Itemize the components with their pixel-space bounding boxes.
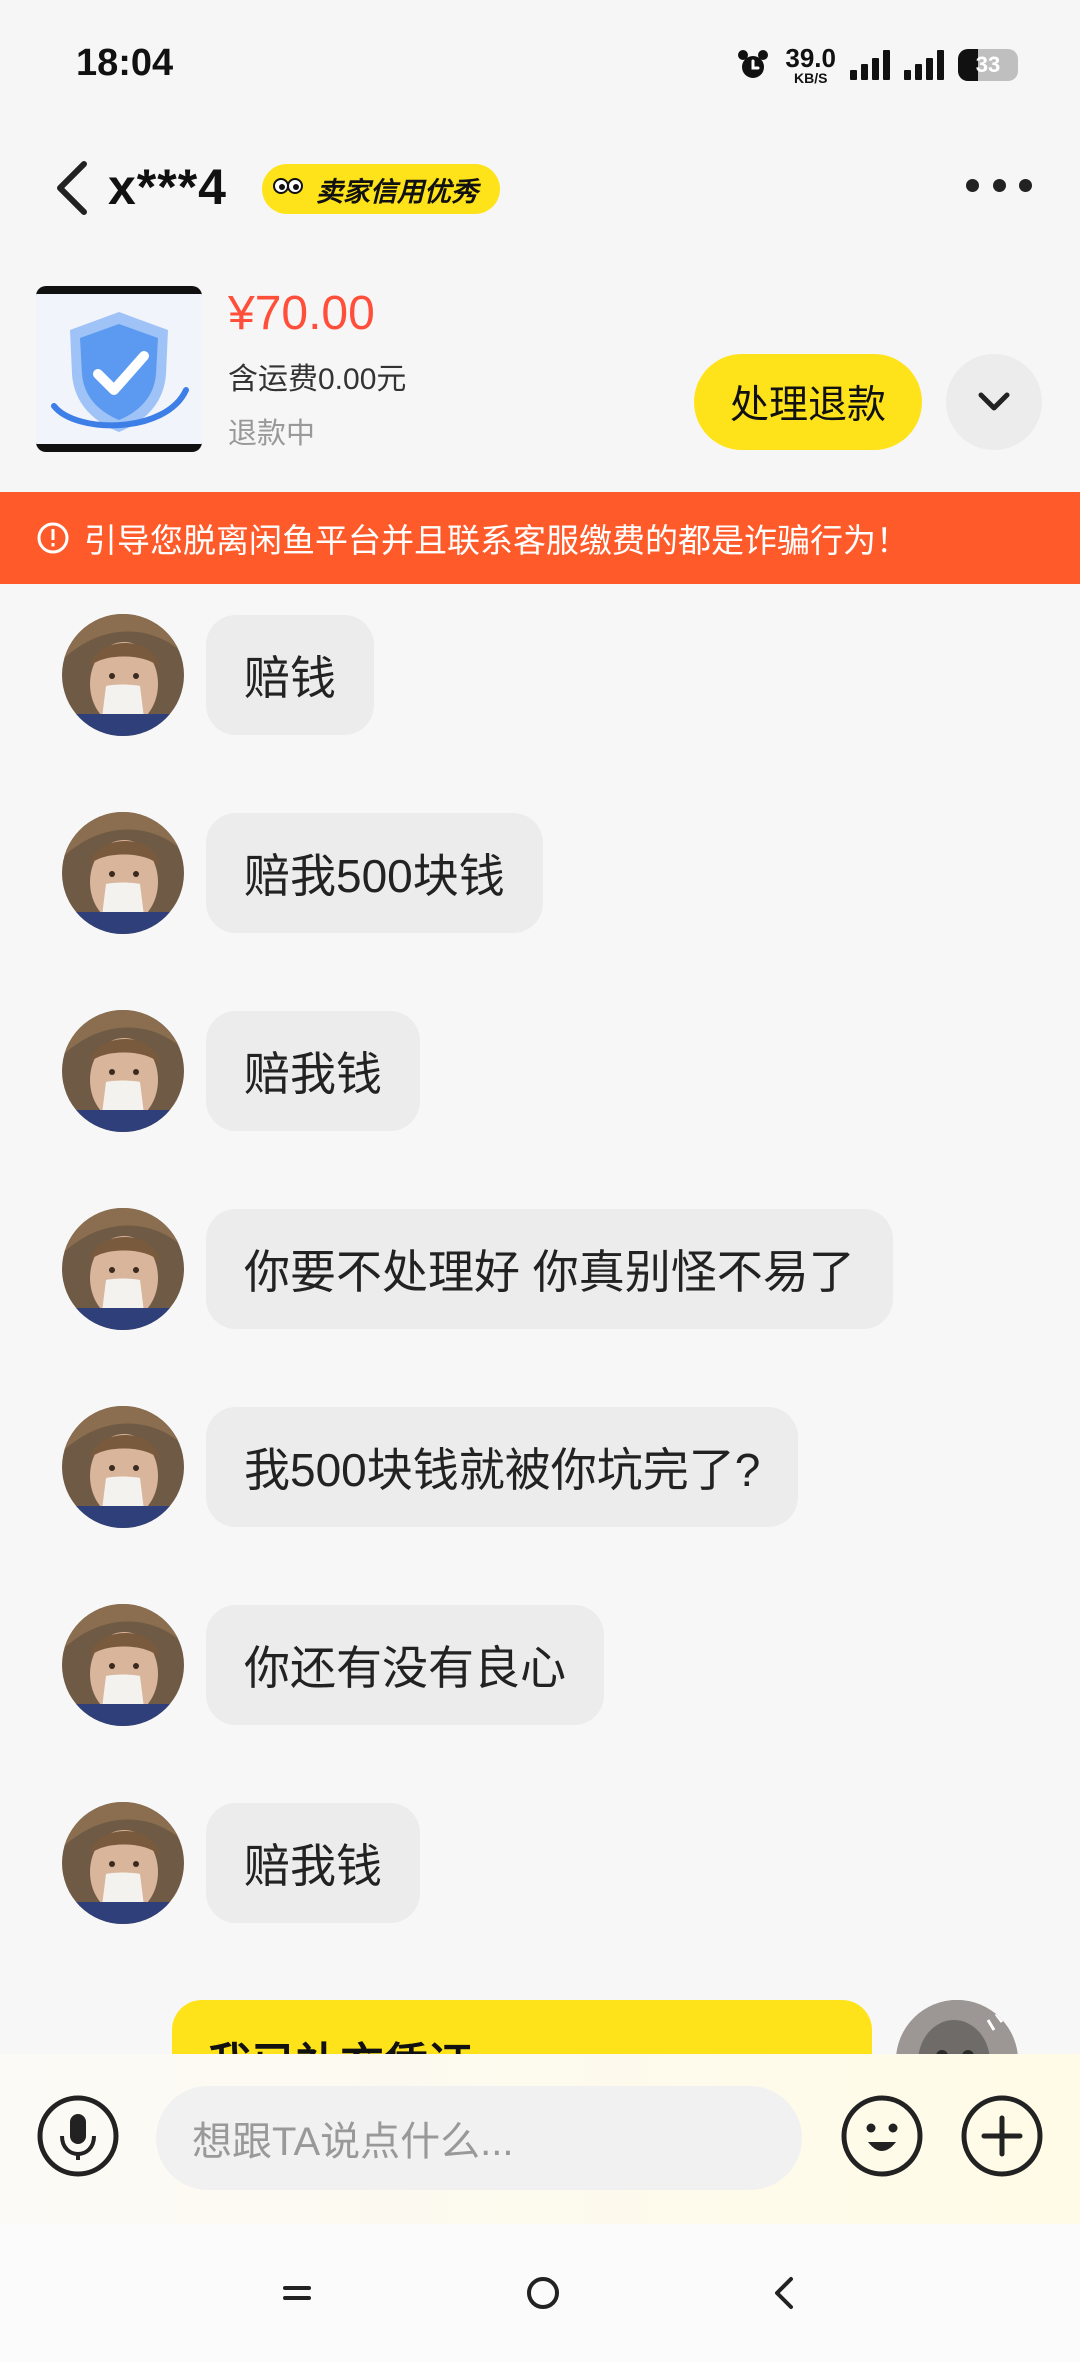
fraud-warning-text: 引导您脱离闲鱼平台并且联系客服缴费的都是诈骗行为！ (84, 522, 909, 559)
seller-credit-badge[interactable]: 卖家信用优秀 (262, 164, 500, 214)
signal-icon (904, 50, 944, 80)
chat-partner-name[interactable]: x***4 (108, 158, 227, 216)
shipping-fee: 含运费0.00元 (228, 363, 407, 396)
outgoing-message-bubble[interactable]: 我已补充凭证 (172, 2000, 872, 2054)
chevron-left-icon (57, 161, 87, 215)
sender-avatar[interactable] (62, 1208, 184, 1330)
chat-messages[interactable]: 赔钱 赔我500块钱 赔我钱 你要不处理好 你真别怪不易了 我500块钱就被你坑… (0, 584, 1080, 2054)
input-bar: 想跟TA说点什么... (0, 2054, 1080, 2224)
plus-icon (961, 2095, 1043, 2177)
sender-avatar[interactable] (62, 1406, 184, 1528)
message-bubble[interactable]: 我500块钱就被你坑完了? (206, 1407, 799, 1527)
voice-button[interactable] (36, 2094, 120, 2178)
back-button[interactable] (50, 158, 94, 218)
expand-order-button[interactable] (946, 354, 1042, 450)
sender-avatar[interactable] (62, 1010, 184, 1132)
recent-apps-button[interactable] (272, 2268, 322, 2318)
battery-icon: 33 (958, 49, 1018, 81)
fish-mascot-icon (266, 168, 308, 210)
handle-refund-button[interactable]: 处理退款 (694, 354, 922, 450)
incoming-message: 你还有没有良心 (0, 1604, 1080, 1728)
network-speed: 39.0 KB/S (785, 45, 836, 85)
message-bubble[interactable]: 你要不处理好 你真别怪不易了 (206, 1209, 893, 1329)
incoming-message: 你要不处理好 你真别怪不易了 (0, 1208, 1080, 1332)
shield-check-icon (36, 294, 202, 444)
sender-avatar[interactable] (62, 1802, 184, 1924)
battery-level: 33 (975, 52, 1001, 77)
order-status: 退款中 (228, 418, 316, 450)
message-bubble[interactable]: 赔我钱 (206, 1011, 420, 1131)
microphone-icon (37, 2095, 119, 2177)
sender-avatar[interactable] (62, 614, 184, 736)
message-input[interactable]: 想跟TA说点什么... (156, 2086, 802, 2190)
network-speed-unit: KB/S (793, 70, 828, 86)
network-speed-value: 39.0 (785, 43, 836, 73)
status-bar: 18:04 39.0 KB/S 33 (0, 0, 1080, 130)
product-card[interactable]: ¥70.00 含运费0.00元 退款中 处理退款 (0, 262, 1080, 472)
incoming-message: 赔我500块钱 (0, 812, 1080, 936)
alarm-icon (738, 50, 769, 78)
message-bubble[interactable]: 赔钱 (206, 615, 374, 735)
sender-avatar[interactable] (62, 812, 184, 934)
seller-credit-label: 卖家信用优秀 (316, 176, 478, 207)
alert-circle-icon (37, 522, 69, 554)
sender-avatar[interactable] (62, 1604, 184, 1726)
status-time: 18:04 (76, 42, 174, 84)
my-avatar[interactable] (896, 2000, 1018, 2054)
message-input-placeholder: 想跟TA说点什么... (192, 2120, 514, 2164)
message-bubble[interactable]: 赔我500块钱 (206, 813, 543, 933)
message-bubble[interactable]: 你还有没有良心 (206, 1605, 604, 1725)
more-dot-icon (1019, 178, 1032, 192)
product-thumbnail[interactable] (36, 286, 202, 452)
chevron-down-icon (978, 392, 1010, 411)
incoming-message: 赔我钱 (0, 1802, 1080, 1926)
incoming-message: 赔我钱 (0, 1010, 1080, 1134)
product-price: ¥70.00 (228, 287, 375, 340)
system-back-button[interactable] (760, 2268, 810, 2318)
outgoing-message-text: 我已补充凭证 (208, 2028, 472, 2054)
message-bubble[interactable]: 赔我钱 (206, 1803, 420, 1923)
fraud-warning-banner: 引导您脱离闲鱼平台并且联系客服缴费的都是诈骗行为！ (0, 492, 1080, 584)
incoming-message: 赔钱 (0, 614, 1080, 738)
home-button[interactable] (518, 2268, 568, 2318)
more-button[interactable] (966, 172, 1032, 198)
incoming-message: 我500块钱就被你坑完了? (0, 1406, 1080, 1530)
more-dot-icon (966, 178, 979, 192)
more-dot-icon (992, 178, 1006, 192)
system-navigation-bar (0, 2224, 1080, 2362)
my-avatar-image (896, 2000, 1018, 2054)
status-icons: 39.0 KB/S 33 (735, 40, 1018, 90)
more-actions-button[interactable] (960, 2094, 1044, 2178)
top-nav: x***4 卖家信用优秀 (0, 130, 1080, 245)
emoji-icon (841, 2095, 923, 2177)
signal-icon (850, 50, 890, 80)
emoji-button[interactable] (840, 2094, 924, 2178)
